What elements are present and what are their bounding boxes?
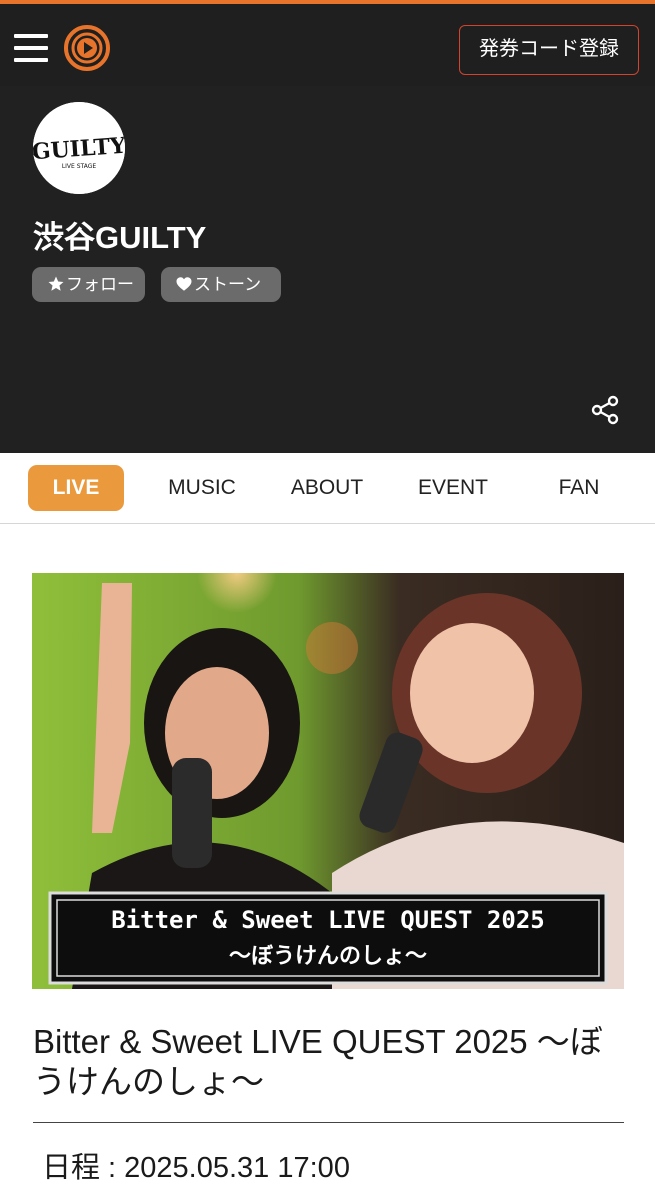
stone-button[interactable]: ストーン [161, 267, 281, 302]
top-navigation-bar: 発券コード登録 [0, 0, 655, 86]
star-icon [48, 276, 64, 291]
ticket-code-register-button[interactable]: 発券コード登録 [459, 25, 639, 75]
event-thumbnail[interactable]: Bitter & Sweet LIVE QUEST 2025 〜ぼうけんのしょ〜 [32, 573, 624, 989]
stone-label: ストーン [194, 275, 262, 294]
banner-line-2: 〜ぼうけんのしょ〜 [229, 944, 427, 969]
share-icon[interactable] [590, 395, 620, 425]
tab-fan[interactable]: FAN [529, 465, 629, 511]
svg-text:LIVE STAGE: LIVE STAGE [62, 163, 97, 170]
follow-button[interactable]: フォロー [32, 267, 145, 302]
banner-line-1: Bitter & Sweet LIVE QUEST 2025 [111, 906, 544, 934]
tab-about[interactable]: ABOUT [277, 465, 377, 511]
tab-live[interactable]: LIVE [28, 465, 124, 511]
tab-music[interactable]: MUSIC [152, 465, 252, 511]
guilty-logo: GUILTY LIVE STAGE [33, 102, 125, 194]
tab-event[interactable]: EVENT [403, 465, 503, 511]
event-photo: Bitter & Sweet LIVE QUEST 2025 〜ぼうけんのしょ〜 [32, 573, 624, 989]
venue-name: 渋谷GUILTY [33, 220, 207, 255]
event-schedule: 日程 : 2025.05.31 17:00 [42, 1152, 350, 1184]
heart-icon [176, 277, 192, 291]
hamburger-menu-icon[interactable] [14, 34, 48, 62]
divider [33, 1122, 624, 1123]
event-title[interactable]: Bitter & Sweet LIVE QUEST 2025 〜ぼうけんのしょ〜 [33, 1022, 625, 1102]
venue-logo-avatar: GUILTY LIVE STAGE [33, 102, 125, 194]
venue-hero: GUILTY LIVE STAGE 渋谷GUILTY フォロー ストーン [0, 86, 655, 453]
play-logo-icon[interactable] [63, 24, 111, 72]
follow-label: フォロー [66, 275, 134, 294]
section-tabs: LIVE MUSIC ABOUT EVENT FAN [0, 453, 655, 524]
